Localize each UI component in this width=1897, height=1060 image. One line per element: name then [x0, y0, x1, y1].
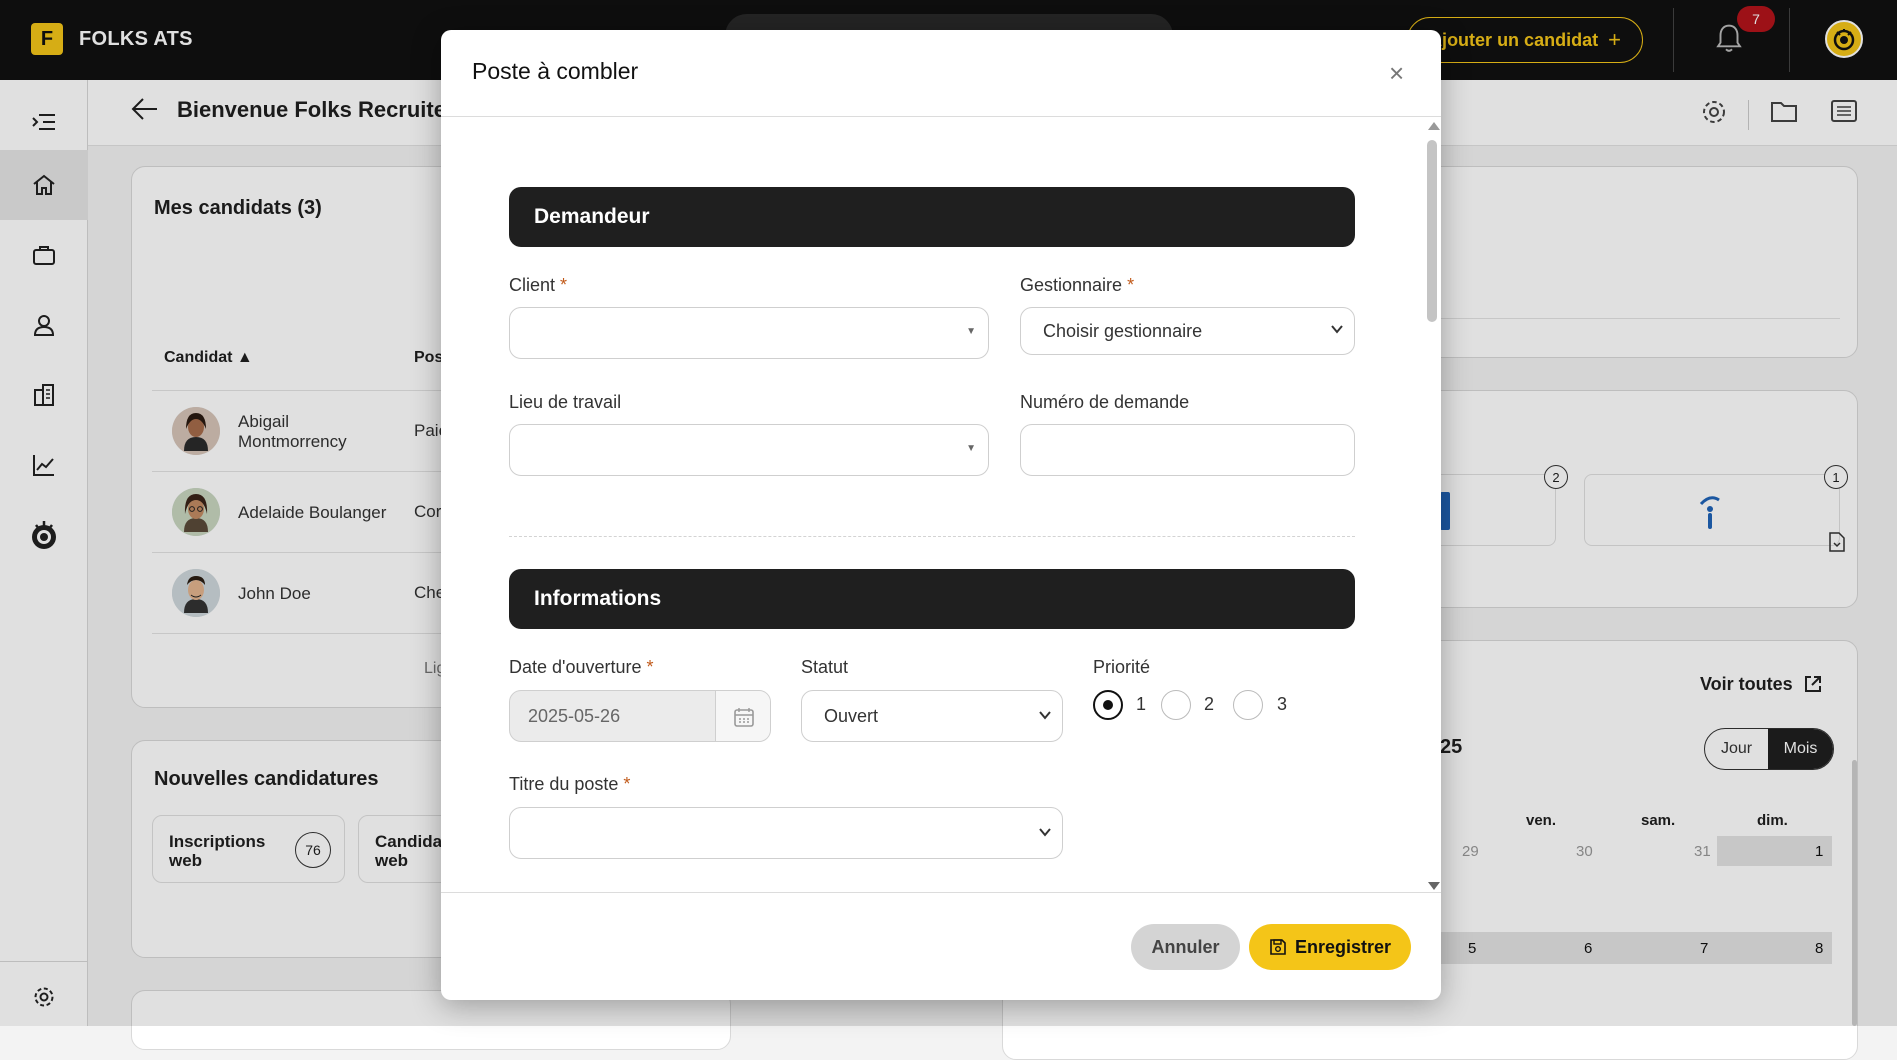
priority-radio-1[interactable] — [1093, 690, 1123, 720]
calendar-button[interactable] — [715, 691, 770, 741]
chevron-down-icon — [1039, 711, 1051, 720]
workplace-label: Lieu de travail — [509, 392, 622, 412]
caret-down-icon: ▼ — [966, 326, 976, 337]
modal-title: Poste à combler — [472, 58, 639, 84]
close-icon[interactable]: × — [1389, 58, 1404, 89]
opening-date-value: 2025-05-26 — [528, 706, 621, 726]
save-label: Enregistrer — [1294, 936, 1392, 957]
manager-label: Gestionnaire * — [1020, 275, 1135, 295]
save-button[interactable]: Enregistrer — [1249, 924, 1411, 970]
priority-radio-3[interactable] — [1233, 690, 1263, 720]
caret-down-icon: ▼ — [966, 443, 976, 454]
chevron-down-icon — [1039, 828, 1051, 837]
opening-date-label: Date d'ouverture * — [509, 657, 654, 677]
priority-option-label: 1 — [1136, 694, 1147, 714]
request-number-label: Numéro de demande — [1020, 392, 1190, 412]
client-label: Client * — [509, 275, 568, 295]
status-select[interactable]: Ouvert — [801, 690, 1063, 742]
divider — [441, 116, 1441, 117]
divider — [509, 536, 1355, 537]
chevron-down-icon — [1331, 325, 1343, 334]
cancel-button[interactable]: Annuler — [1131, 924, 1240, 970]
save-icon — [1270, 939, 1286, 955]
job-title-select[interactable] — [509, 807, 1063, 859]
workplace-select[interactable]: ▼ — [509, 424, 989, 476]
scroll-down-icon[interactable] — [1428, 882, 1440, 890]
calendar-icon — [734, 708, 754, 727]
scrollbar-thumb[interactable] — [1427, 140, 1437, 322]
section-information: Informations — [509, 569, 1355, 629]
manager-select[interactable]: Choisir gestionnaire — [1020, 307, 1355, 355]
manager-value: Choisir gestionnaire — [1043, 320, 1203, 341]
section-requester: Demandeur — [509, 187, 1355, 247]
job-title-label: Titre du poste * — [509, 774, 631, 794]
priority-option-label: 2 — [1204, 694, 1215, 714]
scroll-up-icon[interactable] — [1428, 122, 1440, 130]
priority-radio-2[interactable] — [1161, 690, 1191, 720]
job-opening-modal: Poste à combler × Demandeur Client * ▼ G… — [441, 30, 1441, 1000]
divider — [441, 892, 1441, 893]
status-value: Ouvert — [824, 705, 879, 726]
priority-option-label: 3 — [1277, 694, 1288, 714]
request-number-input[interactable] — [1020, 424, 1355, 476]
status-label: Statut — [801, 657, 849, 677]
client-select[interactable]: ▼ — [509, 307, 989, 359]
priority-label: Priorité — [1093, 657, 1151, 677]
opening-date-input[interactable]: 2025-05-26 — [509, 690, 771, 742]
